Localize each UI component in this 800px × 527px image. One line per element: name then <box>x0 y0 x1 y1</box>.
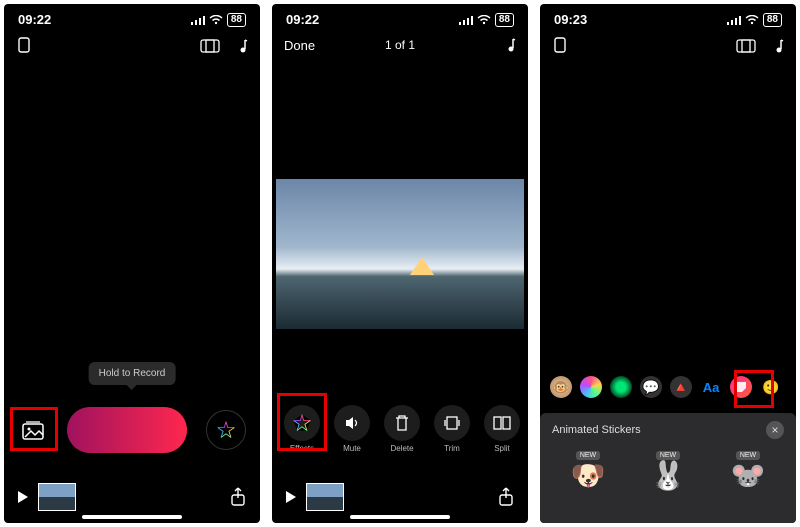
aspect-ratio-icon[interactable] <box>200 38 220 54</box>
battery-indicator: 88 <box>495 13 514 27</box>
music-note-icon[interactable] <box>236 38 248 54</box>
record-tooltip: Hold to Record <box>89 362 176 385</box>
panel-title: Animated Stickers <box>552 424 641 436</box>
signal-icon <box>191 15 205 25</box>
new-badge: NEW <box>736 451 760 460</box>
sticker-art: 🐶 <box>571 462 606 490</box>
battery-indicator: 88 <box>227 13 246 27</box>
wifi-icon <box>745 15 759 25</box>
home-indicator[interactable] <box>350 515 450 519</box>
record-button[interactable] <box>67 407 187 453</box>
fx-memoji[interactable]: 🐵 <box>550 376 572 398</box>
highlight-library <box>10 407 58 451</box>
sticker-mouse[interactable]: NEW 🐭 <box>731 451 766 490</box>
done-button[interactable]: Done <box>284 38 315 53</box>
sticker-art: 🐰 <box>651 462 686 490</box>
fx-text[interactable]: Aa <box>700 376 722 398</box>
fx-shapes[interactable]: 🔺 <box>670 376 692 398</box>
status-time: 09:23 <box>554 12 587 27</box>
fx-live[interactable] <box>610 376 632 398</box>
music-note-icon[interactable] <box>772 38 784 54</box>
trash-icon <box>384 405 420 441</box>
fx-text-bubble[interactable]: 💬 <box>640 376 662 398</box>
share-button[interactable] <box>498 487 514 507</box>
project-icon[interactable] <box>552 37 568 55</box>
new-badge: NEW <box>656 451 680 460</box>
speaker-icon <box>334 405 370 441</box>
edit-label: Split <box>494 444 510 453</box>
app-top-bar: Done 1 of 1 <box>272 27 528 63</box>
fx-filters[interactable] <box>580 376 602 398</box>
edit-split[interactable]: Split <box>480 405 524 453</box>
edit-label: Delete <box>390 444 413 453</box>
screen-stickers: 09:23 88 🐵 💬 🔺 Aa <box>540 4 796 523</box>
edit-label: Mute <box>343 444 361 453</box>
edit-label: Trim <box>444 444 460 453</box>
share-button[interactable] <box>230 487 246 507</box>
play-button[interactable] <box>18 491 28 503</box>
highlight-effects <box>277 393 327 451</box>
timeline-thumb[interactable] <box>38 483 76 511</box>
signal-icon <box>459 15 473 25</box>
highlight-stickers <box>734 370 774 408</box>
edit-mute[interactable]: Mute <box>330 405 374 453</box>
effects-star-button[interactable] <box>206 410 246 450</box>
project-icon[interactable] <box>16 37 32 55</box>
music-note-icon[interactable] <box>504 37 516 53</box>
wifi-icon <box>477 15 491 25</box>
signal-icon <box>727 15 741 25</box>
status-right: 88 <box>191 13 246 27</box>
status-bar: 09:22 88 <box>4 4 260 27</box>
preview-content <box>410 257 434 275</box>
new-badge: NEW <box>576 451 600 460</box>
screen-record: 09:22 88 <box>4 4 260 523</box>
status-time: 09:22 <box>286 12 319 27</box>
home-indicator[interactable] <box>82 515 182 519</box>
status-bar: 09:23 88 <box>540 4 796 27</box>
edit-delete[interactable]: Delete <box>380 405 424 453</box>
close-button[interactable]: × <box>766 421 784 439</box>
app-top-bar <box>4 27 260 65</box>
sticker-art: 🐭 <box>731 462 766 490</box>
sticker-dog[interactable]: NEW 🐶 <box>571 451 606 490</box>
aspect-ratio-icon[interactable] <box>736 38 756 54</box>
video-preview[interactable] <box>276 179 524 329</box>
wifi-icon <box>209 15 223 25</box>
sticker-bunny-ears[interactable]: NEW 🐰 <box>651 451 686 490</box>
battery-indicator: 88 <box>763 13 782 27</box>
status-right: 88 <box>459 13 514 27</box>
screen-edit: 09:22 88 Done 1 of 1 Effects M <box>272 4 528 523</box>
stickers-panel: Animated Stickers × NEW 🐶 NEW 🐰 NEW 🐭 <box>540 413 796 523</box>
split-icon <box>484 405 520 441</box>
play-button[interactable] <box>286 491 296 503</box>
status-time: 09:22 <box>18 12 51 27</box>
app-top-bar <box>540 27 796 65</box>
edit-trim[interactable]: Trim <box>430 405 474 453</box>
status-right: 88 <box>727 13 782 27</box>
trim-icon <box>434 405 470 441</box>
timeline-thumb[interactable] <box>306 483 344 511</box>
status-bar: 09:22 88 <box>272 4 528 27</box>
